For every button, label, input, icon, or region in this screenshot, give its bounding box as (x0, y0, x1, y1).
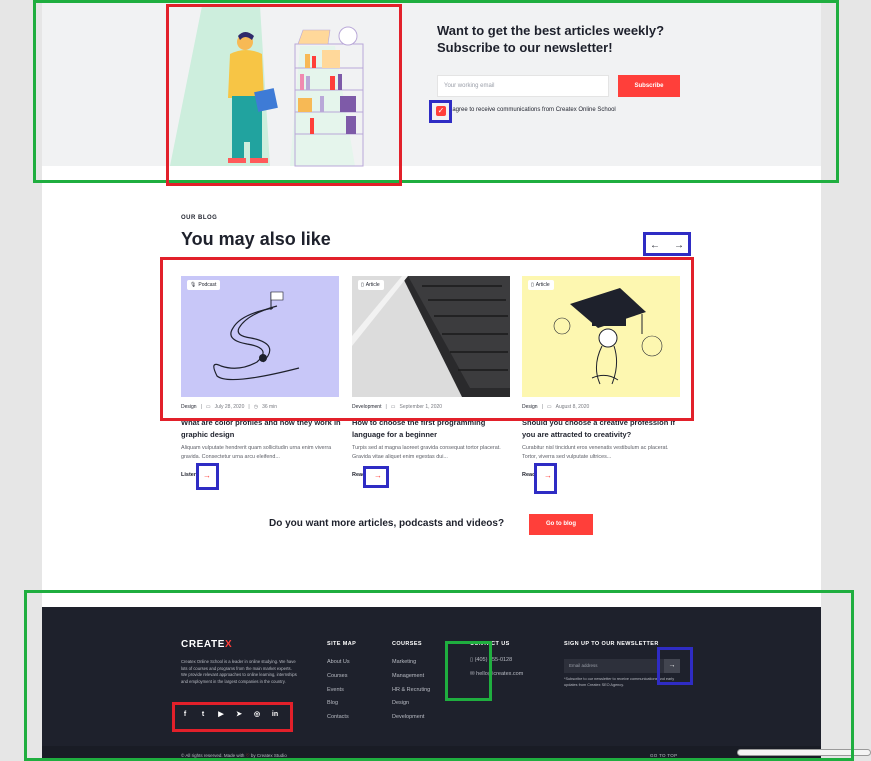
course-link-development[interactable]: Development (392, 711, 430, 725)
agree-checkbox[interactable]: ✓ (436, 106, 446, 116)
courses-list: Marketing Management HR & Recruting Desi… (392, 656, 430, 725)
signup-title: SIGN UP TO OUR NEWSLETTER (564, 641, 659, 647)
badge-label: Article (535, 282, 550, 288)
footer-logo[interactable]: CREATEX (181, 639, 232, 650)
blog-card[interactable]: ▯ Article Development | ▭ September 1, 20… (352, 276, 512, 480)
card-link[interactable]: Read (522, 472, 535, 478)
card-excerpt: Aliquam vulputate hendrerit quam sollici… (181, 445, 332, 460)
telegram-icon[interactable]: ➤ (234, 710, 244, 720)
footer-about: Createx Online School is a leader in onl… (181, 659, 297, 684)
card-excerpt: Turpis sed at magna laoreet gravida cons… (352, 445, 501, 460)
card-meta: Design | ▭ August 8, 2020 (522, 404, 590, 410)
card-category: Design (522, 404, 538, 410)
sitemap-link-about[interactable]: About Us (327, 656, 350, 670)
newsletter-title-line2: Subscribe to our newsletter! (437, 40, 613, 55)
card-title[interactable]: How to choose the first programming lang… (352, 417, 512, 441)
instagram-icon[interactable]: ◎ (252, 710, 262, 720)
calendar-icon: ▭ (390, 404, 396, 410)
sitemap-list: About Us Courses Events Blog Contacts (327, 656, 350, 725)
newsletter-email-input[interactable]: Your working email (437, 75, 609, 97)
card-badge: 🎙 Podcast (187, 280, 221, 290)
mail-icon: ✉ (470, 671, 475, 677)
arrow-right-icon[interactable]: → (544, 471, 552, 480)
go-to-blog-button[interactable]: Go to blog (529, 514, 593, 535)
course-link-management[interactable]: Management (392, 670, 430, 684)
facebook-icon[interactable]: f (180, 710, 190, 720)
footer-subscribe-button[interactable]: → (664, 659, 680, 673)
course-link-marketing[interactable]: Marketing (392, 656, 430, 670)
card-badge: ▯ Article (528, 280, 554, 290)
contact-title: CONTACT US (470, 641, 510, 647)
newsletter-section (42, 0, 821, 166)
course-link-design[interactable]: Design (392, 697, 430, 711)
contact-email[interactable]: ✉ hello@createx.com (470, 671, 523, 677)
arrow-right-icon[interactable]: → (203, 471, 211, 480)
prev-arrow-icon[interactable]: ← (650, 240, 660, 251)
card-title[interactable]: Should you choose a creative profession … (522, 417, 682, 441)
blog-eyebrow: OUR BLOG (181, 215, 218, 221)
card-link[interactable]: Read (352, 472, 365, 478)
phone-icon: ▯ (470, 657, 474, 663)
sitemap-link-blog[interactable]: Blog (327, 697, 350, 711)
twitter-icon[interactable]: t (198, 710, 208, 720)
clock-icon: ◷ (253, 404, 259, 410)
card-date: September 1, 2020 (399, 404, 443, 410)
contact-phone[interactable]: ▯ (405) 555-0128 (470, 657, 512, 663)
card-date: August 8, 2020 (555, 404, 590, 410)
card-badge: ▯ Article (358, 280, 384, 290)
card-image[interactable]: ▯ Article (522, 276, 680, 397)
youtube-icon[interactable]: ▶ (216, 710, 226, 720)
agree-label: I agree to receive communications from C… (449, 107, 616, 113)
card-date: July 28, 2020 (214, 404, 245, 410)
copyright: © All rights reserved. Made with ♡ by Cr… (181, 753, 287, 758)
newsletter-illustration (170, 6, 364, 167)
heart-icon: ♡ (245, 753, 250, 758)
carousel-nav: ← → (646, 236, 688, 254)
blog-card[interactable]: 🎙 Podcast Design | ▭ July 28, 2020 | ◷ 36 … (181, 276, 341, 480)
go-to-top-link[interactable]: GO TO TOP (650, 753, 677, 758)
file-icon: ▯ (361, 282, 364, 288)
calendar-icon: ▭ (546, 404, 552, 410)
arrow-right-icon[interactable]: → (374, 471, 382, 480)
card-image[interactable]: 🎙 Podcast (181, 276, 339, 397)
card-excerpt: Curabitur nisl tincidunt eros venenatis … (522, 445, 669, 460)
blog-title: You may also like (181, 229, 331, 249)
social-links: f t ▶ ➤ ◎ in (180, 710, 280, 720)
newsletter-title: Want to get the best articles weekly? Su… (437, 22, 687, 56)
card-category: Development (352, 404, 382, 410)
badge-label: Podcast (198, 282, 217, 288)
microphone-icon: 🎙 (190, 282, 197, 288)
card-meta: Design | ▭ July 28, 2020 | ◷ 36 min (181, 404, 278, 410)
graduate-illustration (553, 288, 663, 385)
card-image[interactable]: ▯ Article (352, 276, 510, 397)
sitemap-link-events[interactable]: Events (327, 684, 350, 698)
blog-card[interactable]: ▯ Article Design | ▭ August 8, 2020 Shoul… (522, 276, 682, 480)
card-title[interactable]: What are color profiles and how they wor… (181, 417, 341, 441)
sitemap-link-courses[interactable]: Courses (327, 670, 350, 684)
sitemap-title: SITE MAP (327, 641, 357, 647)
horizontal-scrollbar[interactable] (737, 749, 871, 756)
card-link[interactable]: Listen (181, 472, 197, 478)
arrow-right-icon: → (668, 662, 676, 669)
badge-label: Article (365, 282, 380, 288)
next-arrow-icon[interactable]: → (674, 240, 684, 251)
card-duration: 36 min (262, 404, 278, 410)
sitemap-link-contacts[interactable]: Contacts (327, 711, 350, 725)
footer: CREATEX Createx Online School is a leade… (42, 607, 821, 761)
signup-note: *Subscribe to our newsletter to receive … (564, 677, 675, 687)
newsletter-title-line1: Want to get the best articles weekly? (437, 23, 665, 38)
card-meta: Development | ▭ September 1, 2020 (352, 404, 443, 410)
more-content-question: Do you want more articles, podcasts and … (269, 518, 505, 529)
courses-title: COURSES (392, 641, 422, 647)
calendar-icon: ▭ (205, 404, 211, 410)
footer-email-input[interactable]: Email address (564, 659, 664, 673)
file-icon: ▯ (531, 282, 534, 288)
subscribe-button[interactable]: Subscribe (618, 75, 680, 97)
footer-bottom-bar (42, 746, 821, 761)
podcast-illustration (213, 291, 300, 381)
laptop-photo (352, 276, 510, 397)
card-category: Design (181, 404, 197, 410)
course-link-hr[interactable]: HR & Recruting (392, 684, 430, 698)
linkedin-icon[interactable]: in (270, 710, 280, 720)
